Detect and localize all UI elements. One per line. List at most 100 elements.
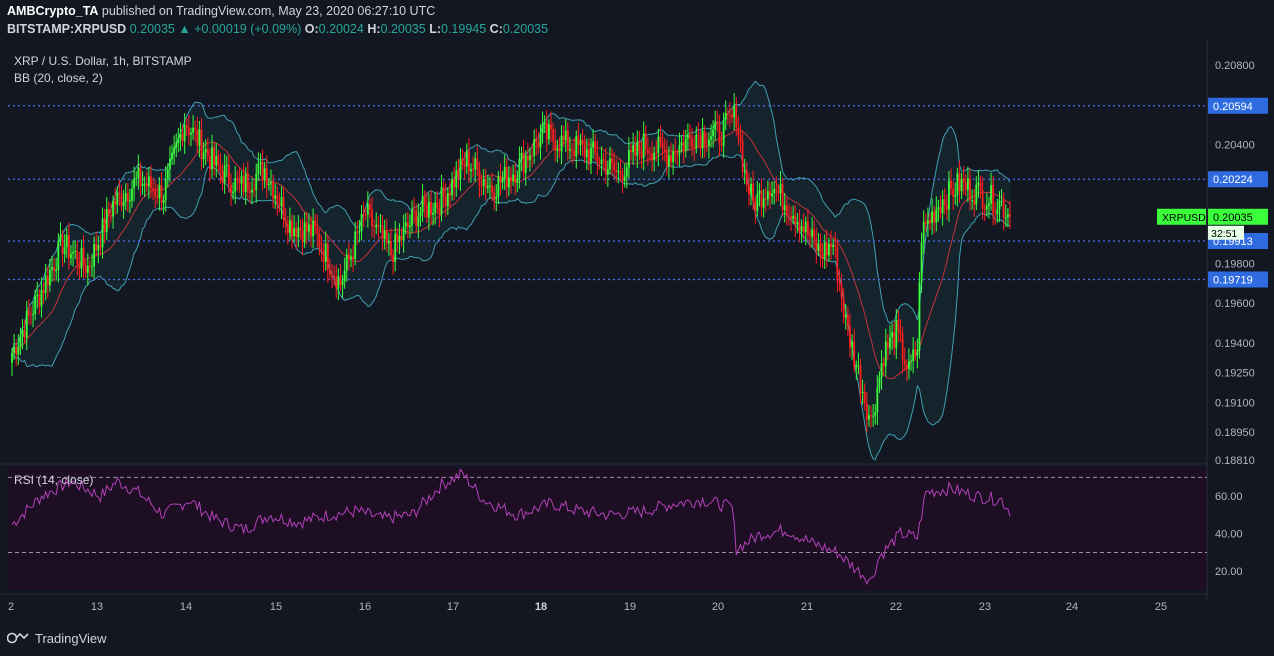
candle-body — [240, 176, 243, 184]
candle-body — [754, 201, 757, 212]
candle-body — [771, 193, 773, 197]
candle-body — [625, 167, 628, 177]
candle-body — [657, 136, 660, 154]
candle-body — [105, 209, 108, 233]
candle-body — [703, 131, 706, 146]
candle-body — [529, 155, 531, 161]
candle-body — [609, 158, 611, 169]
candle-body — [187, 127, 190, 135]
candle-body — [733, 105, 736, 118]
candle-body — [307, 224, 310, 232]
candle-body — [350, 256, 352, 260]
publish-info: AMBCrypto_TA published on TradingView.co… — [7, 4, 435, 18]
candle-body — [274, 195, 277, 199]
candle-body — [265, 168, 268, 186]
price-axis-tick: 0.19600 — [1215, 298, 1255, 310]
candle-body — [107, 209, 110, 216]
candle-body — [67, 234, 70, 259]
candle-body — [800, 226, 803, 232]
time-axis-tick: 24 — [1066, 601, 1078, 613]
author-name[interactable]: AMBCrypto_TA — [7, 4, 98, 18]
candle-body — [769, 191, 771, 197]
candle-body — [939, 207, 942, 214]
candle-body — [377, 224, 380, 226]
candle-body — [286, 223, 289, 233]
candle-body — [954, 195, 957, 197]
time-axis-tick: 14 — [180, 601, 192, 613]
candle-body — [282, 197, 285, 220]
candle-body — [354, 231, 357, 260]
candle-body — [13, 346, 16, 354]
candle-body — [507, 177, 510, 188]
candle-body — [653, 152, 656, 161]
candle-body — [796, 221, 799, 225]
candle-body — [649, 152, 651, 154]
candle-body — [701, 131, 704, 149]
candle-body — [604, 160, 607, 175]
candle-body — [185, 125, 188, 128]
candle-body — [802, 226, 805, 233]
candle-body — [427, 201, 430, 218]
candle-body — [434, 202, 437, 213]
candle-body — [406, 222, 409, 227]
candle-body — [291, 220, 293, 237]
candle-body — [411, 209, 413, 226]
candle-body — [383, 229, 386, 240]
candle-body — [908, 361, 910, 370]
candle-body — [478, 169, 481, 186]
candle-body — [630, 149, 632, 153]
candle-body — [569, 149, 571, 151]
price-axis-tick: 0.19400 — [1215, 338, 1255, 350]
candle-body — [17, 346, 20, 355]
open-value: 0.20024 — [318, 22, 364, 36]
candle-body — [804, 221, 807, 233]
candle-body — [651, 153, 653, 161]
candle-body — [773, 189, 776, 194]
candle-body — [341, 280, 344, 285]
candle-body — [676, 154, 679, 156]
candle-body — [164, 179, 167, 201]
candle-body — [381, 225, 384, 240]
candle-body — [91, 266, 93, 268]
candle-body — [499, 176, 502, 183]
tradingview-brand[interactable]: TradingView — [35, 631, 107, 646]
candle-body — [198, 129, 201, 146]
candle-body — [432, 212, 434, 215]
candle-body — [813, 229, 816, 239]
candle-body — [583, 144, 586, 158]
time-axis-tick: 22 — [890, 601, 902, 613]
candle-body — [192, 127, 194, 133]
candle-body — [712, 129, 715, 137]
candle-body — [882, 362, 885, 367]
candle-body — [206, 149, 209, 157]
candle-body — [977, 182, 980, 186]
candle-body — [312, 220, 314, 237]
candle-body — [455, 170, 458, 188]
tradingview-logo-icon[interactable] — [7, 631, 29, 645]
candle-body — [777, 190, 780, 194]
candle-body — [160, 184, 163, 204]
candle-body — [865, 403, 868, 420]
candle-body — [70, 253, 72, 259]
candle-body — [872, 415, 875, 417]
candle-body — [520, 152, 523, 159]
candle-body — [922, 221, 925, 243]
candle-body — [1004, 217, 1007, 219]
price-axis-tick: 0.19800 — [1215, 258, 1255, 270]
price-axis-tick: 0.19250 — [1215, 368, 1255, 380]
candle-body — [1006, 214, 1009, 218]
candle-body — [996, 209, 999, 215]
candle-body — [861, 392, 864, 394]
candle-body — [969, 178, 971, 201]
candle-body — [636, 141, 639, 156]
candle-body — [503, 166, 506, 179]
candle-body — [870, 415, 872, 417]
candle-body — [200, 129, 203, 160]
candle-body — [65, 234, 68, 248]
chart-area[interactable]: 0.205940.202240.199130.197190.208000.204… — [0, 40, 1274, 628]
candle-body — [133, 178, 136, 189]
candle-body — [482, 179, 485, 186]
candle-body — [619, 171, 622, 175]
candle-body — [114, 200, 117, 205]
candle-body — [518, 158, 521, 179]
